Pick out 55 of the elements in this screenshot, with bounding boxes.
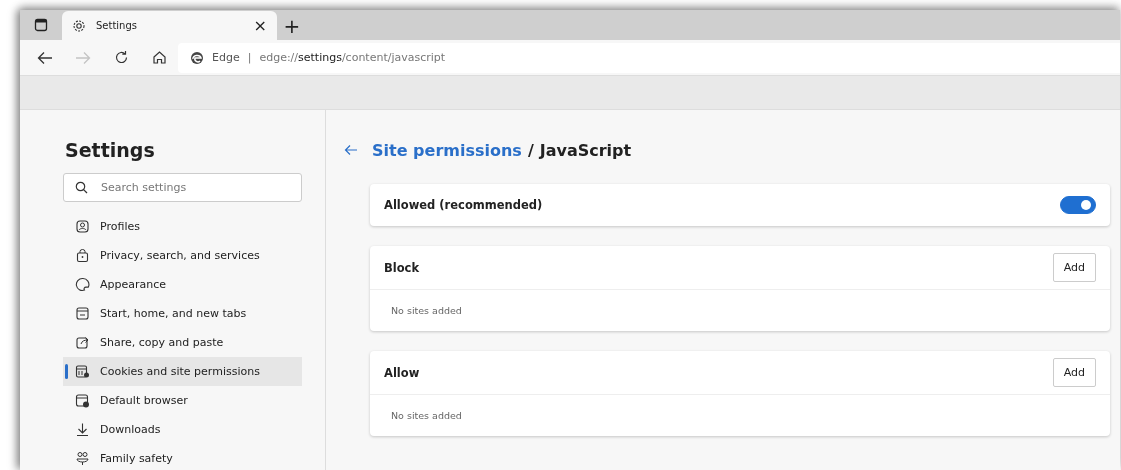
sidebar-item[interactable]: Downloads — [63, 415, 302, 444]
sidebar-item-icon — [75, 393, 90, 408]
breadcrumb-separator: / — [527, 140, 534, 160]
sidebar-item-label: Downloads — [100, 423, 161, 436]
sidebar-item[interactable]: Family safety — [63, 444, 302, 470]
sidebar-item[interactable]: Profiles — [63, 212, 302, 241]
browser-logo-icon — [190, 50, 204, 65]
sidebar-item-label: Share, copy and paste — [100, 336, 224, 349]
section-label: Allow — [384, 365, 420, 380]
sidebar-item[interactable]: Start, home, and new tabs — [63, 299, 302, 328]
url-text: edge://settings/content/javascript — [259, 51, 446, 64]
address-bar[interactable]: Edge | edge://settings/content/javascript — [178, 42, 1120, 73]
sidebar-item-icon — [75, 364, 90, 379]
gear-icon — [72, 18, 86, 33]
sidebar-item-label: Profiles — [100, 220, 140, 233]
forward-arrow-icon — [75, 50, 91, 65]
sidebar-item[interactable]: Share, copy and paste — [63, 328, 302, 357]
add-button[interactable]: Add — [1052, 253, 1096, 282]
sidebar-item-icon — [75, 277, 90, 292]
home-icon — [151, 50, 167, 65]
browser-tab[interactable]: Settings × — [62, 11, 277, 40]
empty-message: No sites added — [390, 304, 463, 318]
setting-label: Allowed (recommended) — [384, 198, 543, 212]
search-icon — [75, 181, 88, 194]
sidebar-item-icon — [75, 248, 90, 263]
sidebar-item-label: Default browser — [100, 394, 188, 407]
empty-message: No sites added — [390, 409, 463, 423]
sidebar-title: Settings — [65, 138, 156, 163]
refresh-icon — [113, 50, 129, 65]
new-tab-button[interactable]: + — [277, 11, 307, 40]
sidebar-item-icon — [75, 451, 90, 466]
sidebar-item-label: Start, home, and new tabs — [100, 307, 247, 320]
sidebar-item[interactable]: Default browser — [63, 386, 302, 415]
address-separator: | — [247, 51, 252, 64]
breadcrumb-link[interactable]: Site permissions — [372, 140, 522, 160]
section-label: Block — [384, 260, 420, 275]
sidebar-item-label: Privacy, search, and services — [100, 249, 260, 262]
sidebar-item-label: Family safety — [100, 452, 173, 465]
search-field[interactable]: Search settings — [63, 173, 302, 202]
sidebar-item-icon — [75, 219, 90, 234]
back-arrow-icon — [37, 50, 53, 65]
sidebar-item-label: Cookies and site permissions — [100, 365, 260, 378]
page-title: JavaScript — [539, 140, 632, 160]
sidebar-item-icon — [75, 335, 90, 350]
close-tab-button[interactable]: × — [253, 17, 267, 34]
sidebar-item[interactable]: Appearance — [63, 270, 302, 299]
sidebar-item-label: Appearance — [100, 278, 167, 291]
sidebar-item-icon — [75, 306, 90, 321]
sidebar-item[interactable]: Cookies and site permissions — [63, 357, 302, 386]
tab-title: Settings — [96, 20, 138, 31]
sidebar-item[interactable]: Privacy, search, and services — [63, 241, 302, 270]
add-button[interactable]: Add — [1052, 358, 1096, 387]
toggle-switch[interactable] — [1060, 196, 1096, 214]
sidebar-item-icon — [75, 422, 90, 437]
site-label: Edge — [212, 51, 240, 64]
